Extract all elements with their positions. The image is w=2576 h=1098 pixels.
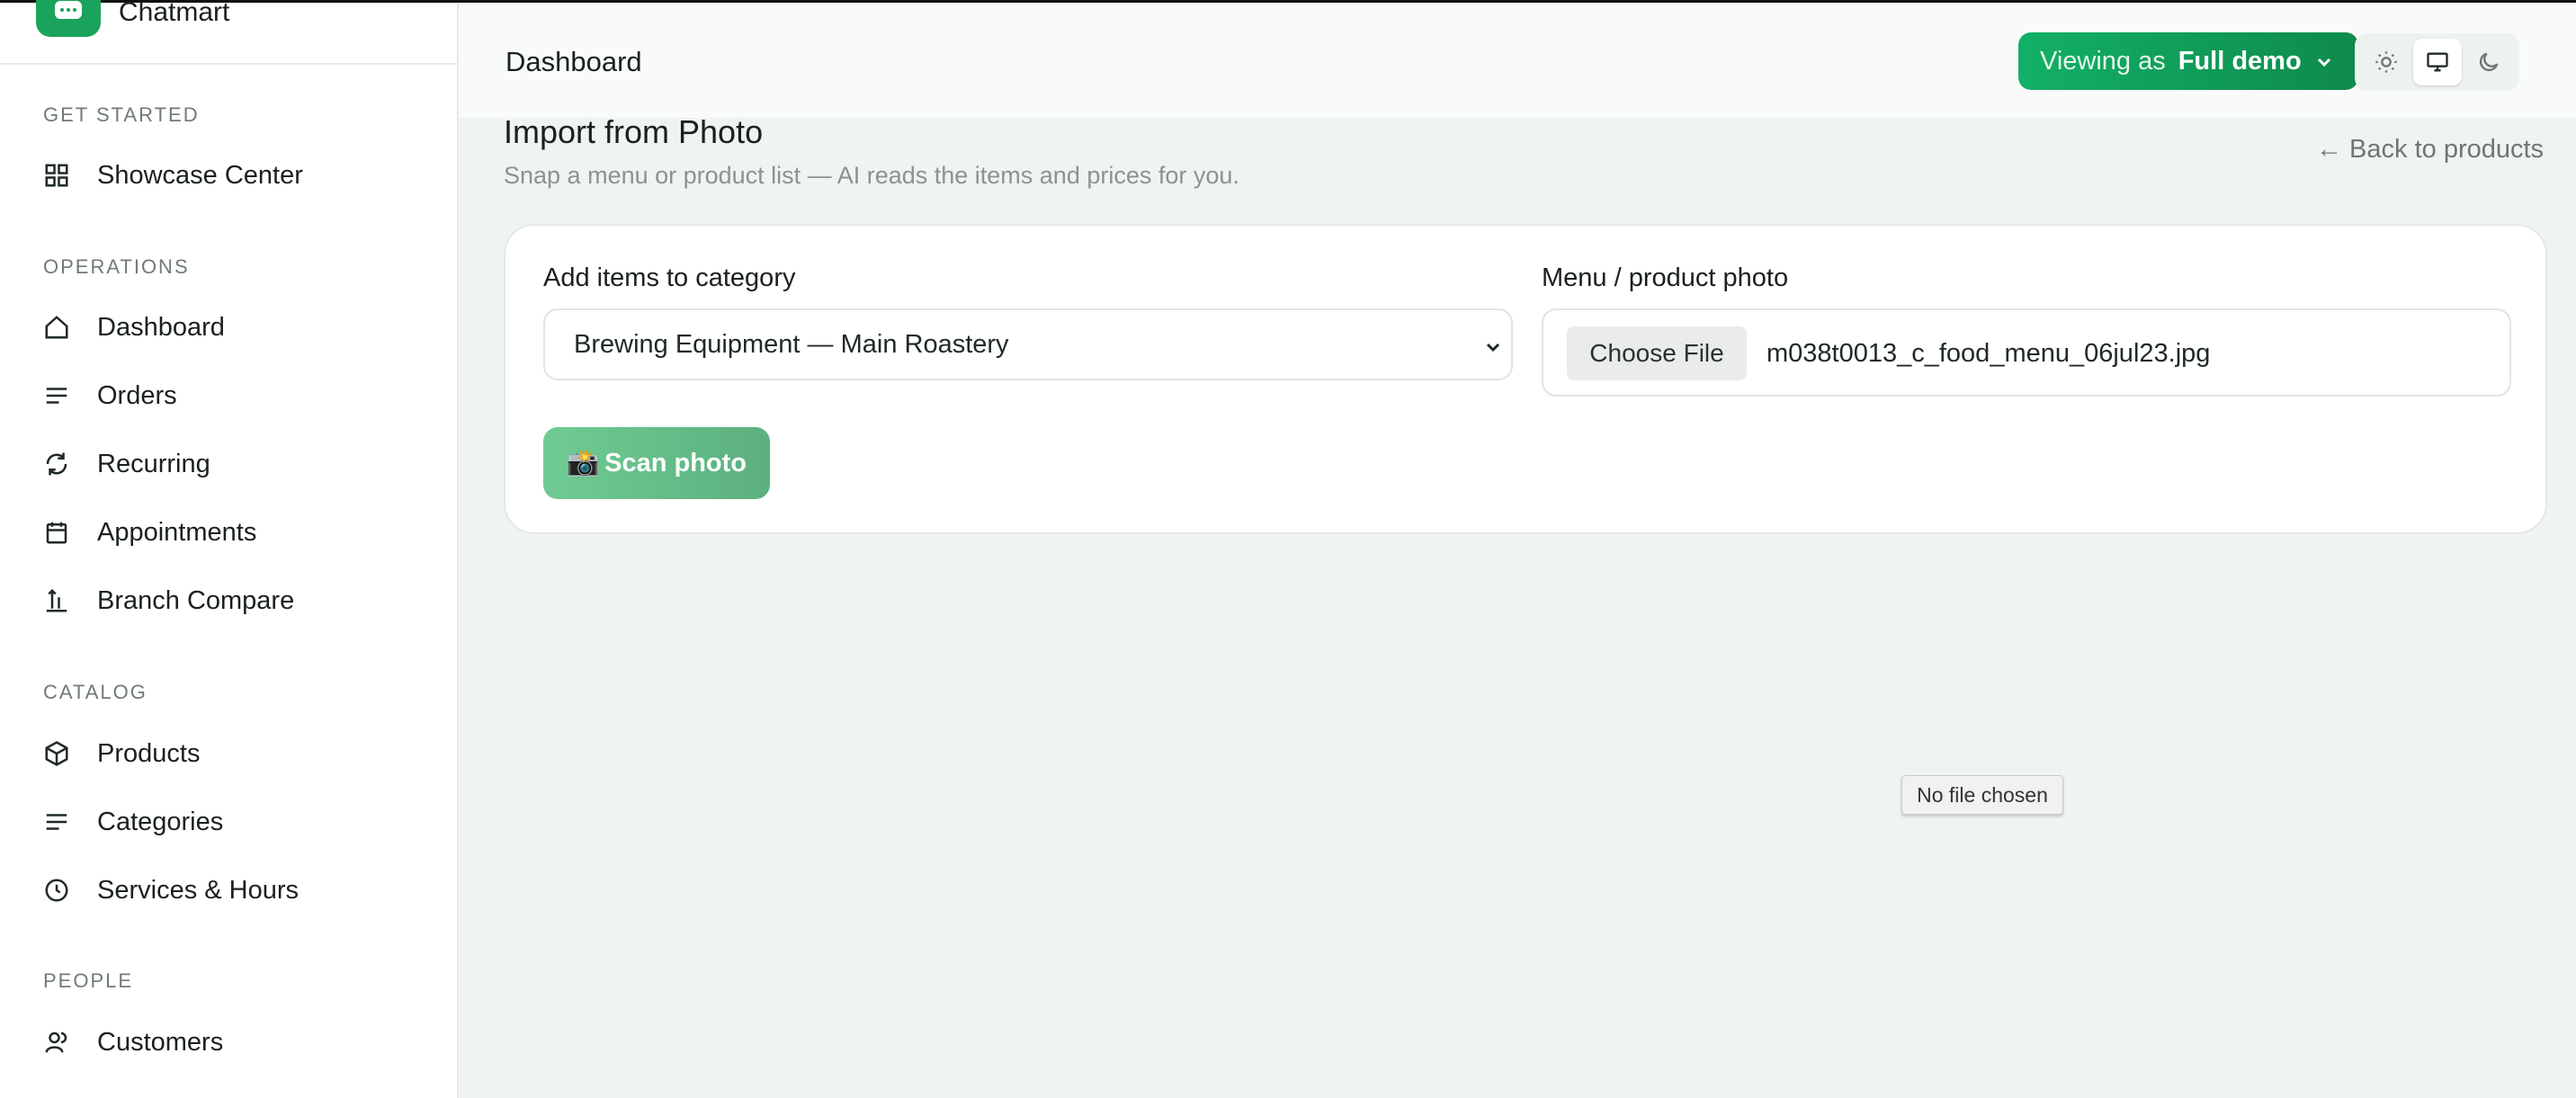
refresh-icon: [43, 451, 70, 478]
sidebar-item-dashboard[interactable]: Dashboard: [43, 308, 439, 347]
sidebar-item-label: Customers: [97, 1027, 224, 1057]
sidebar-item-showcase-center[interactable]: Showcase Center: [43, 156, 439, 195]
sidebar-item-label: Showcase Center: [97, 160, 303, 190]
brand[interactable]: Chatmart: [36, 0, 457, 64]
sidebar-item-products[interactable]: Products: [43, 734, 439, 773]
choose-file-button[interactable]: Choose File: [1567, 326, 1747, 380]
sidebar-item-label: Branch Compare: [97, 585, 295, 615]
sidebar: Chatmart GET STARTED Showcase Center OPE…: [0, 0, 459, 1098]
theme-light-button[interactable]: [2362, 39, 2411, 85]
sidebar-item-label: Products: [97, 738, 201, 768]
scan-photo-label: Scan photo: [604, 448, 747, 478]
clock-icon: [43, 877, 70, 904]
calendar-icon: [43, 519, 70, 546]
grid-icon: [43, 162, 70, 189]
file-tooltip: No file chosen: [1901, 775, 2063, 815]
sidebar-item-categories[interactable]: Categories: [43, 802, 439, 842]
sidebar-divider: [0, 63, 457, 65]
sidebar-item-recurring[interactable]: Recurring: [43, 444, 439, 484]
import-title: Import from Photo: [504, 113, 764, 150]
page-title: Dashboard: [505, 46, 642, 77]
section-title-get-started: GET STARTED: [43, 103, 200, 126]
section-title-people: PEOPLE: [43, 969, 134, 992]
sidebar-item-label: Orders: [97, 380, 177, 410]
users-icon: [43, 1029, 70, 1056]
import-form-card: Add items to category Brewing Equipment …: [504, 224, 2547, 534]
category-select-value: Brewing Equipment — Main Roastery: [574, 329, 1009, 359]
sun-icon: [2375, 51, 2397, 73]
viewing-as-value: Full demo: [2178, 46, 2302, 76]
sidebar-item-services-hours[interactable]: Services & Hours: [43, 870, 439, 910]
theme-system-button[interactable]: [2412, 39, 2462, 85]
box-icon: [43, 740, 70, 767]
sidebar-item-appointments[interactable]: Appointments: [43, 513, 439, 552]
scan-photo-button[interactable]: 📸 Scan photo: [543, 427, 770, 499]
sidebar-item-label: Recurring: [97, 449, 210, 478]
moon-icon: [2479, 52, 2498, 72]
file-name: m038t0013_c_food_menu_06jul23.jpg: [1767, 339, 2211, 368]
sidebar-item-label: Dashboard: [97, 312, 225, 342]
chat-logo-icon: [36, 0, 101, 37]
section-title-catalog: CATALOG: [43, 681, 148, 703]
theme-switcher: [2355, 33, 2519, 91]
import-subtitle: Snap a menu or product list — AI reads t…: [504, 162, 1239, 189]
photo-label: Menu / product photo: [1542, 263, 1789, 292]
sort-icon: [43, 587, 70, 614]
category-select[interactable]: Brewing Equipment — Main Roastery: [543, 308, 1513, 380]
chevron-down-icon: [1482, 335, 1504, 357]
lines-icon: [43, 808, 70, 835]
sidebar-item-orders[interactable]: Orders: [43, 376, 439, 415]
sidebar-item-label: Categories: [97, 807, 224, 836]
section-title-operations: OPERATIONS: [43, 255, 190, 278]
lines-icon: [43, 382, 70, 409]
viewing-as-dropdown[interactable]: Viewing as Full demo: [2018, 32, 2358, 90]
monitor-icon: [2426, 52, 2448, 72]
sidebar-item-label: Appointments: [97, 517, 257, 547]
category-label: Add items to category: [543, 263, 796, 292]
viewing-as-prefix: Viewing as: [2040, 46, 2166, 76]
home-icon: [43, 314, 70, 341]
camera-icon: 📸: [567, 449, 600, 478]
sidebar-item-customers[interactable]: Customers: [43, 1022, 439, 1062]
brand-name: Chatmart: [119, 0, 230, 27]
chevron-down-icon: [2313, 50, 2335, 72]
sidebar-item-label: Services & Hours: [97, 875, 300, 905]
back-to-products-link[interactable]: ← Back to products: [2316, 135, 2544, 165]
photo-file-input[interactable]: Choose File m038t0013_c_food_menu_06jul2…: [1542, 308, 2511, 397]
top-header: Dashboard Viewing as Full demo: [459, 3, 2576, 118]
theme-dark-button[interactable]: [2464, 39, 2513, 85]
sidebar-item-branch-compare[interactable]: Branch Compare: [43, 581, 439, 620]
